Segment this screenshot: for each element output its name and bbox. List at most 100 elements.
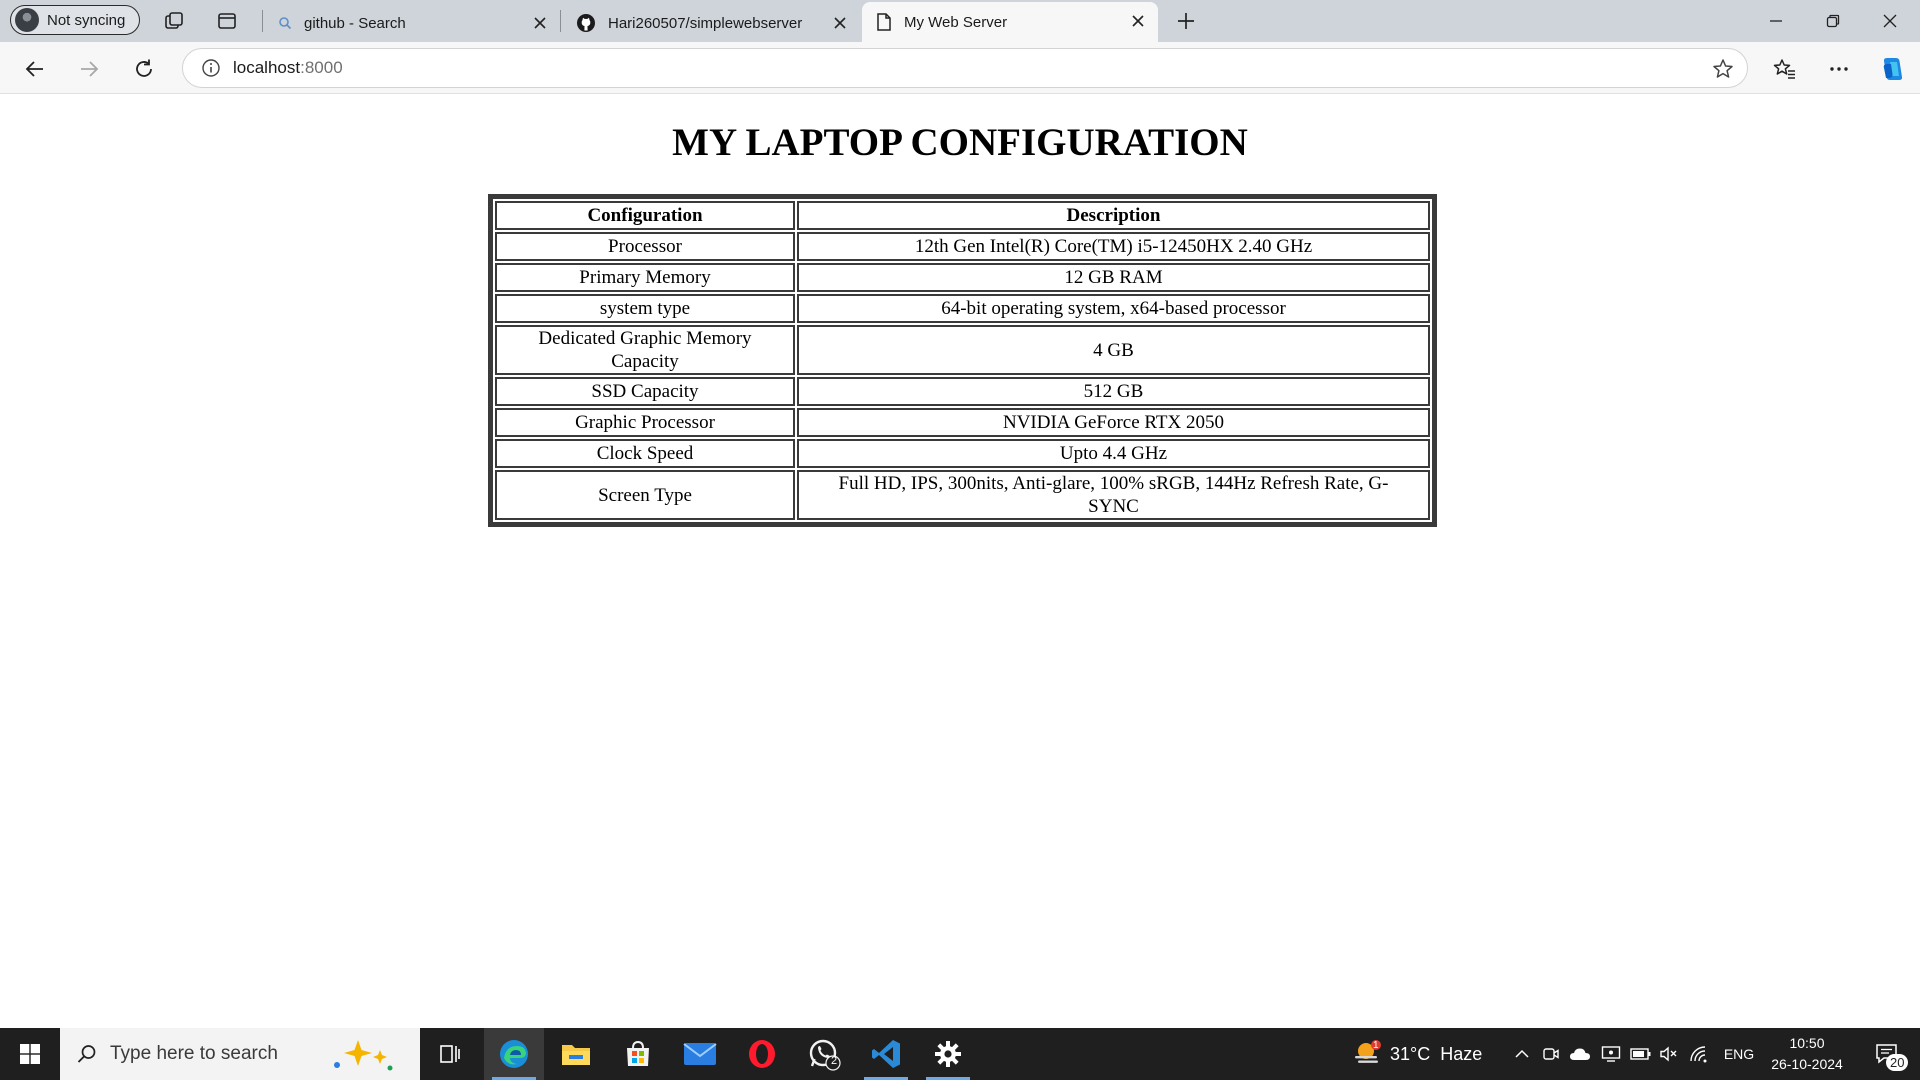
workspaces-button[interactable]	[160, 7, 188, 35]
arrow-left-icon	[25, 61, 43, 77]
table-cell-description: Full HD, IPS, 300nits, Anti-glare, 100% …	[797, 470, 1430, 520]
close-window-button[interactable]	[1862, 0, 1918, 42]
forward-button[interactable]	[72, 52, 106, 86]
weather-badge: 1	[1373, 1040, 1379, 1051]
taskbar-settings[interactable]	[918, 1028, 978, 1080]
table-row: Dedicated Graphic Memory Capacity 4 GB	[495, 325, 1430, 375]
column-header-description: Description	[797, 201, 1430, 230]
task-view-button[interactable]	[428, 1028, 472, 1080]
address-bar[interactable]: localhost:8000	[182, 48, 1748, 88]
table-row: system type 64-bit operating system, x64…	[495, 294, 1430, 323]
close-icon	[1883, 14, 1897, 28]
close-tab-button[interactable]	[830, 13, 850, 33]
taskbar-mail[interactable]	[670, 1028, 730, 1080]
weather-text: 31°C Haze	[1390, 1043, 1483, 1064]
table-cell-config: Screen Type	[495, 470, 795, 520]
table-cell-description: 12th Gen Intel(R) Core(TM) i5-12450HX 2.…	[797, 232, 1430, 261]
restore-button[interactable]	[1805, 0, 1861, 42]
close-icon	[834, 17, 846, 29]
wifi-icon	[1690, 1046, 1707, 1063]
tab-separator	[262, 10, 263, 32]
taskbar-opera[interactable]	[732, 1028, 792, 1080]
tray-language[interactable]: ENG	[1716, 1028, 1762, 1080]
tray-volume[interactable]	[1656, 1028, 1682, 1080]
close-tab-button[interactable]	[1128, 11, 1148, 31]
tray-display[interactable]	[1598, 1028, 1624, 1080]
show-hidden-icons-button[interactable]	[1510, 1028, 1534, 1080]
sparkle-icon	[334, 1040, 393, 1071]
info-icon[interactable]	[201, 58, 221, 78]
arrow-right-icon	[81, 61, 99, 77]
table-cell-description: 512 GB	[797, 377, 1430, 406]
favorites-icon	[1773, 59, 1795, 79]
tab-simplewebserver-repo[interactable]: Hari260507/simplewebserver	[562, 4, 860, 42]
language-indicator: ENG	[1723, 1046, 1755, 1062]
back-button[interactable]	[18, 52, 52, 86]
mail-icon	[683, 1043, 717, 1065]
taskbar-clock[interactable]: 10:50 26-10-2024	[1762, 1033, 1852, 1075]
laptop-config-table: Configuration Description Processor 12th…	[488, 194, 1437, 527]
gear-icon	[935, 1041, 961, 1067]
tray-battery[interactable]	[1628, 1028, 1654, 1080]
table-row: Screen Type Full HD, IPS, 300nits, Anti-…	[495, 470, 1430, 520]
table-cell-description: 64-bit operating system, x64-based proce…	[797, 294, 1430, 323]
favorites-button[interactable]	[1768, 52, 1802, 86]
folder-icon	[562, 1045, 590, 1065]
tray-meet-now[interactable]	[1538, 1028, 1564, 1080]
table-cell-config: Primary Memory	[495, 263, 795, 292]
windows-logo-icon	[20, 1044, 40, 1064]
close-tab-button[interactable]	[530, 13, 550, 33]
camera-icon	[1543, 1048, 1559, 1060]
weather-widget[interactable]: 1 31°C Haze	[1352, 1028, 1492, 1080]
tray-network[interactable]	[1686, 1028, 1712, 1080]
minimize-button[interactable]	[1748, 0, 1804, 42]
browser-toolbar: localhost:8000	[0, 42, 1920, 94]
page-content: MY LAPTOP CONFIGURATION Configuration De…	[5, 94, 1915, 1026]
tab-my-web-server[interactable]: My Web Server	[862, 2, 1158, 42]
chevron-up-icon	[1515, 1049, 1529, 1058]
taskbar-file-explorer[interactable]	[546, 1028, 606, 1080]
windows-taskbar: Type here to search 2 1 31°C Haze ENG 10…	[0, 1028, 1920, 1080]
table-cell-config: Graphic Processor	[495, 408, 795, 437]
table-row: Graphic Processor NVIDIA GeForce RTX 205…	[495, 408, 1430, 437]
column-header-configuration: Configuration	[495, 201, 795, 230]
tab-title: My Web Server	[904, 13, 1008, 31]
notifications-button[interactable]: 20	[1862, 1028, 1912, 1080]
search-icon	[279, 17, 292, 30]
taskbar-vscode[interactable]	[856, 1028, 916, 1080]
table-cell-config: Processor	[495, 232, 795, 261]
cloud-icon	[1570, 1048, 1590, 1060]
search-placeholder: Type here to search	[110, 1043, 278, 1064]
taskbar-search-box[interactable]: Type here to search	[60, 1028, 420, 1080]
settings-more-button[interactable]	[1822, 52, 1856, 86]
taskbar-microsoft-store[interactable]	[608, 1028, 668, 1080]
taskbar-edge[interactable]	[484, 1028, 544, 1080]
profile-button[interactable]: Not syncing	[10, 5, 140, 35]
close-icon	[534, 17, 546, 29]
refresh-button[interactable]	[127, 52, 161, 86]
table-cell-description: Upto 4.4 GHz	[797, 439, 1430, 468]
clock-time: 10:50	[1789, 1035, 1825, 1051]
whatsapp-badge: 2	[831, 1055, 838, 1067]
new-tab-button[interactable]	[1172, 7, 1200, 35]
workspaces-icon	[165, 12, 183, 29]
tab-title: github - Search	[304, 14, 406, 32]
clock-date: 26-10-2024	[1771, 1056, 1843, 1072]
table-cell-config: SSD Capacity	[495, 377, 795, 406]
plus-icon	[1178, 13, 1194, 29]
minimize-icon	[1770, 20, 1782, 22]
edge-icon	[500, 1040, 528, 1068]
add-favorite-button[interactable]	[1711, 57, 1735, 81]
copilot-button[interactable]	[1876, 52, 1910, 86]
table-row: Clock Speed Upto 4.4 GHz	[495, 439, 1430, 468]
task-view-icon	[440, 1045, 460, 1063]
restore-icon	[1826, 14, 1840, 28]
tab-separator	[560, 10, 561, 32]
taskbar-whatsapp[interactable]: 2	[794, 1028, 854, 1080]
url-text[interactable]: localhost:8000	[233, 58, 343, 78]
tab-github-search[interactable]: github - Search	[264, 4, 560, 42]
avatar	[15, 8, 39, 32]
start-button[interactable]	[0, 1028, 60, 1080]
tab-actions-button[interactable]	[213, 7, 241, 35]
tray-onedrive[interactable]	[1566, 1028, 1594, 1080]
